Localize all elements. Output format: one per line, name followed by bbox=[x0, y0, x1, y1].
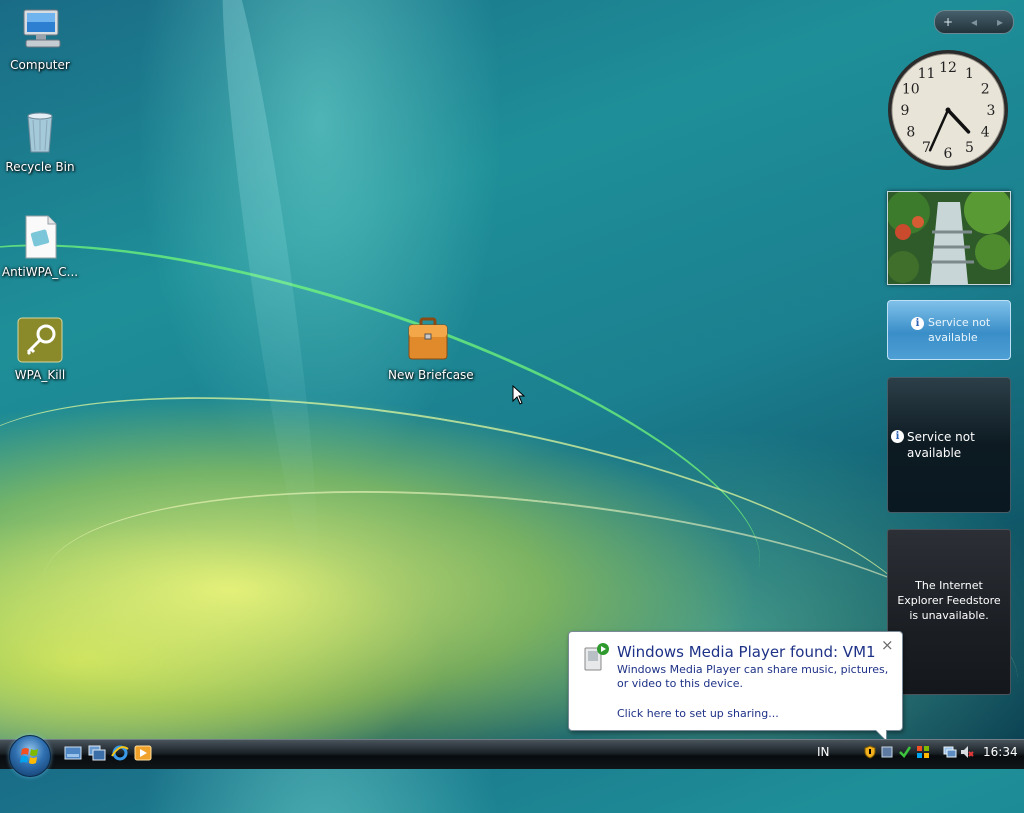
start-button[interactable] bbox=[9, 735, 51, 777]
desktop-icon-computer[interactable]: Computer bbox=[0, 6, 80, 72]
clock-numeral: 12 bbox=[939, 60, 957, 76]
desktop-icon-wpa-kill[interactable]: WPA_Kill bbox=[0, 316, 80, 382]
next-page-button[interactable]: ▸ bbox=[987, 15, 1013, 29]
desktop-icon-label: Computer bbox=[10, 58, 70, 72]
key-app-icon bbox=[16, 316, 64, 364]
previous-page-button[interactable]: ◂ bbox=[961, 15, 987, 29]
desktop-icon-antiwpa[interactable]: AntiWPA_C... bbox=[0, 213, 80, 279]
language-indicator[interactable]: IN bbox=[817, 745, 830, 759]
close-button[interactable]: × bbox=[881, 636, 894, 654]
briefcase-icon bbox=[404, 316, 452, 364]
clock-numeral: 10 bbox=[902, 82, 920, 98]
volume-muted-icon[interactable] bbox=[960, 745, 974, 759]
desktop-icon-recycle-bin[interactable]: Recycle Bin bbox=[0, 108, 80, 174]
internet-explorer-icon[interactable] bbox=[111, 745, 129, 761]
desktop-icon-new-briefcase[interactable]: New Briefcase bbox=[388, 316, 474, 382]
media-player-icon[interactable] bbox=[134, 745, 152, 761]
desktop-icon-label: Recycle Bin bbox=[5, 160, 75, 174]
feeds-status-text: The Internet Explorer Feedstore is unava… bbox=[897, 579, 1001, 622]
notification-body: Windows Media Player can share music, pi… bbox=[617, 663, 889, 690]
weather-status-text: Service not available bbox=[928, 316, 991, 344]
switch-windows-icon[interactable] bbox=[88, 745, 106, 761]
clock-time[interactable]: 16:34 bbox=[983, 745, 1018, 759]
show-desktop-icon[interactable] bbox=[64, 745, 82, 761]
network-icon[interactable] bbox=[943, 745, 957, 759]
info-icon: i bbox=[891, 430, 904, 443]
weather-gadget[interactable]: i Service not available bbox=[887, 300, 1011, 360]
stocks-gadget[interactable]: i Service not available bbox=[887, 377, 1011, 513]
stocks-status-text: Service not available bbox=[907, 430, 975, 460]
clock-numeral: 6 bbox=[944, 146, 953, 162]
clock-numeral: 11 bbox=[918, 66, 936, 82]
clock-numeral: 5 bbox=[965, 140, 974, 156]
clock-numeral: 1 bbox=[965, 66, 974, 82]
clock-face: 12 1234567891011 bbox=[888, 50, 1008, 170]
setup-sharing-link[interactable]: Click here to set up sharing... bbox=[617, 707, 779, 720]
sidebar-controls: + ◂ ▸ bbox=[934, 10, 1014, 34]
slideshow-gadget[interactable] bbox=[887, 191, 1011, 285]
media-player-device-icon bbox=[584, 643, 609, 671]
update-check-icon[interactable] bbox=[898, 745, 912, 759]
info-icon: i bbox=[911, 317, 924, 330]
notification-title: Windows Media Player found: VM1 bbox=[617, 643, 876, 661]
recycle-bin-icon bbox=[16, 108, 64, 156]
media-sharing-tray-icon[interactable] bbox=[880, 745, 894, 759]
feeds-gadget[interactable]: The Internet Explorer Feedstore is unava… bbox=[887, 529, 1011, 695]
clock-numeral: 8 bbox=[906, 125, 915, 141]
file-icon bbox=[16, 213, 64, 261]
notification-balloon[interactable]: Windows Media Player found: VM1 Windows … bbox=[568, 631, 903, 742]
desktop-icon-label: New Briefcase bbox=[388, 368, 474, 382]
computer-icon bbox=[16, 6, 64, 54]
clock-numeral: 2 bbox=[981, 82, 990, 98]
mouse-cursor-icon bbox=[512, 385, 526, 405]
clock-gadget[interactable]: 12 1 2 3 4 5 6 7 8 9 10 11 bbox=[886, 48, 1010, 172]
clock-numeral: 9 bbox=[901, 103, 910, 119]
clock-numeral: 3 bbox=[987, 103, 996, 119]
clock-numeral: 4 bbox=[981, 125, 990, 141]
waterfall-photo bbox=[888, 192, 1010, 284]
desktop-icon-label: WPA_Kill bbox=[14, 368, 66, 382]
windows-flag-tray-icon[interactable] bbox=[916, 745, 930, 759]
desktop-icon-label: AntiWPA_C... bbox=[1, 265, 79, 279]
add-gadget-button[interactable]: + bbox=[935, 15, 961, 29]
windows-logo-icon bbox=[20, 748, 38, 764]
security-shield-icon[interactable] bbox=[863, 745, 877, 759]
